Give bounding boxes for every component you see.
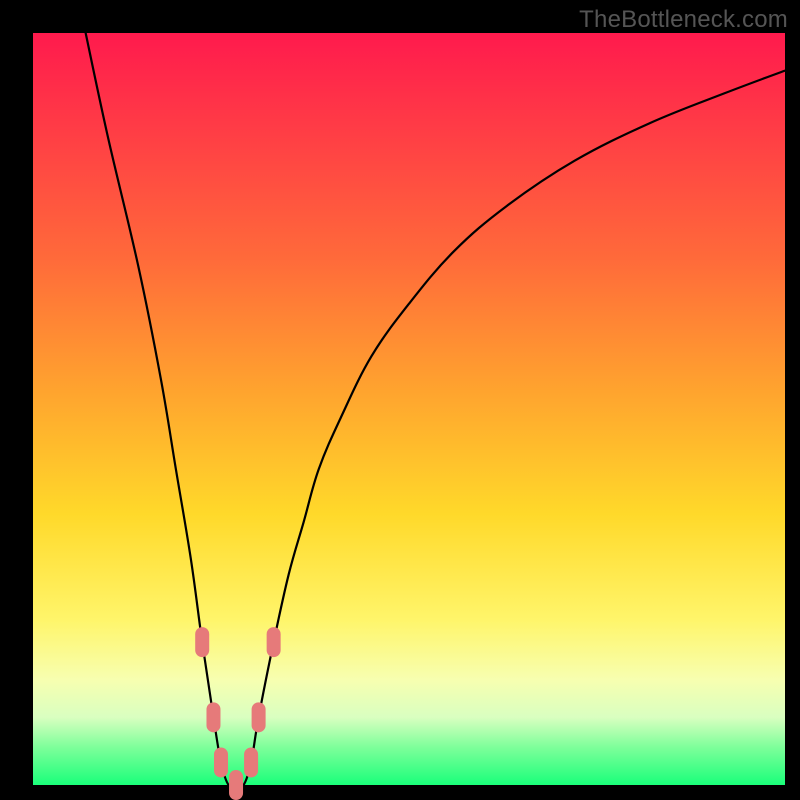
- chart-svg: [33, 33, 785, 785]
- attribution-label: TheBottleneck.com: [579, 6, 788, 34]
- marker-pill: [252, 702, 266, 732]
- chart-frame: TheBottleneck.com: [0, 0, 800, 800]
- curve-line: [86, 33, 785, 787]
- marker-pill: [244, 747, 258, 777]
- marker-pill: [206, 702, 220, 732]
- marker-pill: [214, 747, 228, 777]
- marker-pill: [267, 627, 281, 657]
- plot-area: [33, 33, 785, 785]
- curve-markers: [195, 627, 280, 800]
- marker-pill: [195, 627, 209, 657]
- marker-pill: [229, 770, 243, 800]
